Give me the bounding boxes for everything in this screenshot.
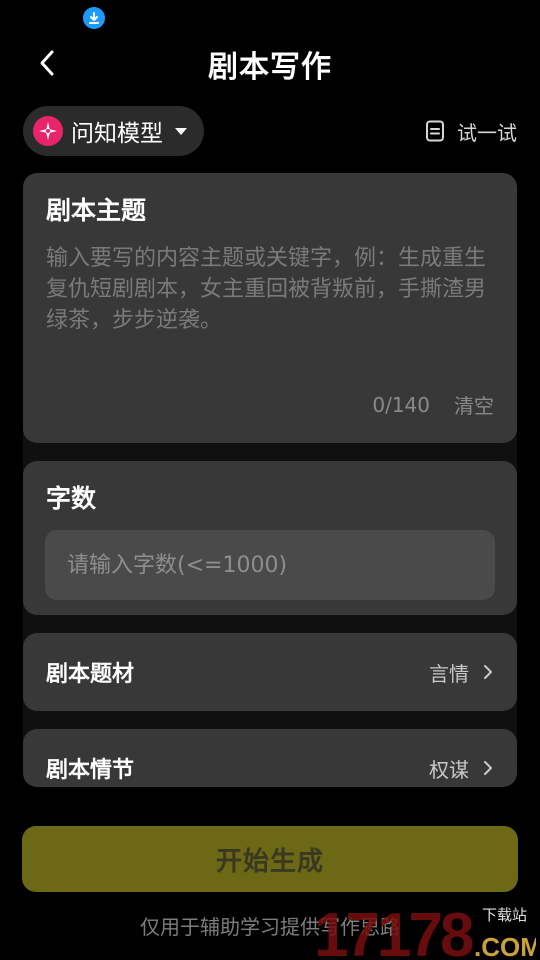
- plot-value: 权谋: [429, 757, 469, 782]
- clear-button[interactable]: 清空: [454, 390, 494, 419]
- plot-value-group: 权谋: [429, 754, 493, 783]
- char-counter: 0/140: [372, 392, 430, 417]
- genre-value-group: 言情: [429, 658, 493, 687]
- genre-row[interactable]: 剧本题材 言情: [23, 633, 517, 711]
- theme-footer: 0/140 清空: [372, 390, 494, 419]
- sparkle-icon: [33, 116, 63, 146]
- theme-title: 剧本主题: [46, 196, 147, 225]
- genre-value: 言情: [429, 661, 469, 686]
- chevron-right-icon: [484, 761, 492, 775]
- script-writing-screen: 剧本写作 问知模型 试一试 剧本主题 0/140 清空 字数: [0, 0, 540, 960]
- word-count-title: 字数: [46, 484, 97, 513]
- disclaimer-text: 仅用于辅助学习提供写作思路: [140, 915, 400, 939]
- generate-button[interactable]: 开始生成: [22, 826, 518, 892]
- model-name: 问知模型: [71, 121, 163, 147]
- try-button[interactable]: 试一试: [425, 117, 517, 145]
- genre-label: 剧本题材: [46, 662, 135, 687]
- try-label: 试一试: [457, 120, 517, 145]
- page-title: 剧本写作: [208, 50, 332, 85]
- form-scroll-area[interactable]: 剧本主题 0/140 清空 字数 剧本题材 言情 剧本情节 权谋: [23, 173, 517, 787]
- theme-card: 剧本主题 0/140 清空: [23, 173, 517, 443]
- chevron-right-icon: [484, 665, 492, 679]
- plot-row[interactable]: 剧本情节 权谋: [23, 729, 517, 787]
- word-count-card: 字数: [23, 461, 517, 615]
- model-selector[interactable]: 问知模型: [23, 106, 204, 156]
- theme-input[interactable]: [46, 243, 496, 383]
- generate-label: 开始生成: [215, 846, 324, 877]
- document-icon: [426, 120, 444, 142]
- caret-down-icon: [175, 127, 187, 135]
- plot-label: 剧本情节: [46, 758, 135, 783]
- download-icon: [83, 7, 105, 29]
- word-count-input[interactable]: [45, 530, 495, 600]
